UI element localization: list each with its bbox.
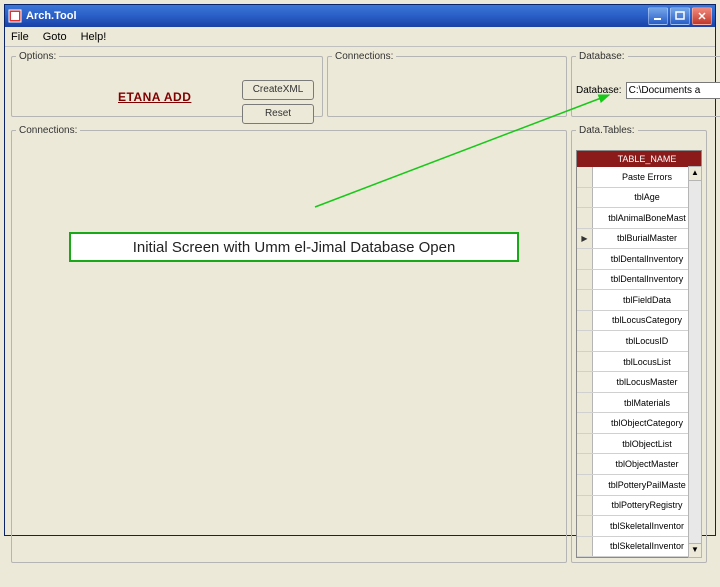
group-connections-main-label: Connections: (16, 125, 80, 136)
reset-button[interactable]: Reset (242, 104, 314, 124)
row-selector[interactable] (577, 393, 593, 413)
row-selector[interactable] (577, 434, 593, 454)
datatables-column-header: TABLE_NAME (593, 154, 701, 164)
database-path-input[interactable] (626, 82, 720, 99)
datatables-scrollbar[interactable]: ▲ ▼ (688, 166, 702, 558)
group-connections-main: Connections: (11, 125, 567, 563)
table-cell: tblAge (593, 192, 701, 202)
table-row[interactable]: tblDentalInventory (577, 249, 701, 270)
close-button[interactable] (692, 7, 712, 25)
table-row[interactable]: tblLocusMaster (577, 372, 701, 393)
table-row[interactable]: tblAnimalBoneMast (577, 208, 701, 229)
table-row[interactable]: tblObjectCategory (577, 413, 701, 434)
content-area: Options: ETANA ADD CreateXML Reset Conne… (5, 47, 715, 535)
menu-goto[interactable]: Goto (43, 31, 67, 43)
row-selector[interactable] (577, 188, 593, 208)
row-selector[interactable] (577, 290, 593, 310)
table-cell: Paste Errors (593, 172, 701, 182)
row-selector[interactable] (577, 352, 593, 372)
table-cell: tblLocusID (593, 336, 701, 346)
table-cell: tblMaterials (593, 398, 701, 408)
scroll-down-icon[interactable]: ▼ (689, 543, 701, 557)
scroll-up-icon[interactable]: ▲ (689, 167, 701, 181)
datatables-header: TABLE_NAME (577, 151, 701, 167)
row-selector[interactable] (577, 496, 593, 516)
window-title: Arch.Tool (26, 10, 646, 22)
group-database-label: Database: (576, 51, 628, 62)
group-connections-top-label: Connections: (332, 51, 396, 62)
table-cell: tblSkeletalInventor (593, 541, 701, 551)
table-cell: tblLocusMaster (593, 377, 701, 387)
app-window: Arch.Tool File Goto Help! Options: ETANA… (4, 4, 716, 536)
group-options: Options: ETANA ADD CreateXML Reset (11, 51, 323, 117)
table-cell: tblDentalInventory (593, 254, 701, 264)
table-row[interactable]: tblFieldData (577, 290, 701, 311)
row-selector[interactable] (577, 311, 593, 331)
group-database: Database: Database: ... (571, 51, 720, 117)
group-datatables: Data.Tables: TABLE_NAME Paste Errors tblA… (571, 125, 707, 563)
row-selector[interactable] (577, 372, 593, 392)
table-row[interactable]: tblMaterials (577, 393, 701, 414)
row-selector[interactable] (577, 208, 593, 228)
menubar: File Goto Help! (5, 27, 715, 47)
table-row[interactable]: tblObjectMaster (577, 454, 701, 475)
table-row[interactable]: tblLocusCategory (577, 311, 701, 332)
table-cell: tblPotteryRegistry (593, 500, 701, 510)
app-icon (8, 9, 22, 23)
table-row[interactable]: tblSkeletalInventor (577, 516, 701, 537)
row-selector[interactable] (577, 331, 593, 351)
table-cell: tblLocusCategory (593, 315, 701, 325)
maximize-button[interactable] (670, 7, 690, 25)
group-datatables-label: Data.Tables: (576, 125, 638, 136)
row-selector[interactable] (577, 475, 593, 495)
table-row[interactable]: tblObjectList (577, 434, 701, 455)
minimize-button[interactable] (648, 7, 668, 25)
table-cell: tblLocusList (593, 357, 701, 367)
table-cell: tblObjectCategory (593, 418, 701, 428)
table-row[interactable]: tblPotteryPailMaste (577, 475, 701, 496)
group-options-label: Options: (16, 51, 59, 62)
create-xml-button[interactable]: CreateXML (242, 80, 314, 100)
row-selector[interactable] (577, 516, 593, 536)
caption-overlay: Initial Screen with Umm el-Jimal Databas… (69, 232, 519, 262)
row-selector[interactable] (577, 537, 593, 557)
row-selector[interactable]: ▶ (577, 229, 593, 249)
datatables-grid[interactable]: TABLE_NAME Paste Errors tblAge tblAnimalBo… (576, 150, 702, 558)
menu-file[interactable]: File (11, 31, 29, 43)
table-row[interactable]: tblPotteryRegistry (577, 496, 701, 517)
table-row[interactable]: tblLocusList (577, 352, 701, 373)
table-cell: tblObjectList (593, 439, 701, 449)
group-connections-top: Connections: (327, 51, 567, 117)
table-row[interactable]: tblAge (577, 188, 701, 209)
row-selector[interactable] (577, 270, 593, 290)
row-selector[interactable] (577, 249, 593, 269)
table-cell: tblFieldData (593, 295, 701, 305)
table-row[interactable]: tblLocusID (577, 331, 701, 352)
row-selector[interactable] (577, 454, 593, 474)
table-row[interactable]: ▶tblBurialMaster (577, 229, 701, 250)
row-selector[interactable] (577, 167, 593, 187)
table-cell: tblObjectMaster (593, 459, 701, 469)
table-cell: tblPotteryPailMaste (593, 480, 701, 490)
table-cell: tblSkeletalInventor (593, 521, 701, 531)
row-selector[interactable] (577, 413, 593, 433)
etana-add-link[interactable]: ETANA ADD (118, 90, 191, 104)
table-row[interactable]: tblDentalInventory (577, 270, 701, 291)
table-cell: tblBurialMaster (593, 233, 701, 243)
table-cell: tblDentalInventory (593, 274, 701, 284)
table-row[interactable]: Paste Errors (577, 167, 701, 188)
menu-help[interactable]: Help! (81, 31, 107, 43)
caption-text: Initial Screen with Umm el-Jimal Databas… (133, 239, 456, 256)
database-field-label: Database: (576, 85, 622, 96)
table-cell: tblAnimalBoneMast (593, 213, 701, 223)
titlebar: Arch.Tool (5, 5, 715, 27)
